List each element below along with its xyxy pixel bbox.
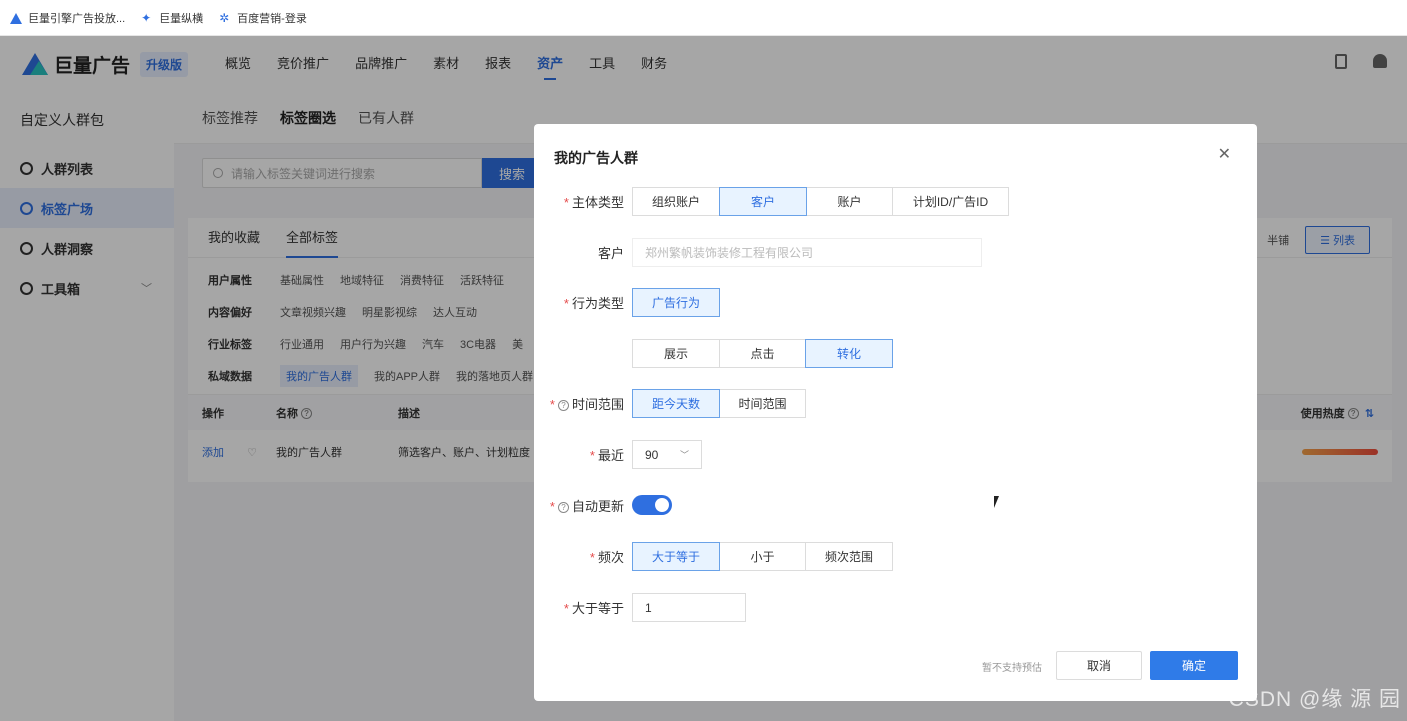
frequency-segment: 大于等于 小于 频次范围 [632,542,893,571]
recent-row: * 最近 90 ﹀ [534,440,702,469]
behavior-type-row: * 行为类型 广告行为 [534,288,720,317]
action-option-impression[interactable]: 展示 [632,339,720,368]
subject-option-customer[interactable]: 客户 [719,187,807,216]
estimate-note: 暂不支持预估 [982,663,1042,674]
frequency-label: * 频次 [534,547,632,566]
cancel-button[interactable]: 取消 [1056,651,1142,680]
field-label: 主体类型 [571,195,624,210]
paw-logo-icon: ✲ [219,10,230,25]
frequency-option-lt[interactable]: 小于 [719,542,806,571]
subject-type-label: * 主体类型 [534,192,632,211]
field-label: 大于等于 [571,601,624,616]
recent-label: * 最近 [534,445,632,464]
gte-input[interactable]: 1 [632,593,746,622]
subject-type-row: * 主体类型 组织账户 客户 账户 计划ID/广告ID [534,187,1009,216]
auto-update-row: *? 自动更新 [534,495,672,515]
required-mark: * [549,498,555,514]
action-option-conversion[interactable]: 转化 [805,339,893,368]
bookmark-label: 巨量引擎广告投放... [28,12,126,25]
recent-days-select[interactable]: 90 ﹀ [632,440,702,469]
behavior-option-ad[interactable]: 广告行为 [632,288,720,317]
subject-option-account[interactable]: 账户 [806,187,893,216]
action-option-click[interactable]: 点击 [719,339,806,368]
bookmark-label: 巨量纵横 [159,12,204,25]
help-icon[interactable]: ? [557,400,569,412]
gte-row: * 大于等于 1 [534,593,746,622]
bookmark-label: 百度营销-登录 [237,12,307,25]
required-mark: * [563,195,569,210]
watermark: CSDN @缘 源 园 [1228,688,1401,711]
time-option-range[interactable]: 时间范围 [719,389,806,418]
select-value: 90 [645,447,659,462]
customer-label: 客户 [597,246,624,261]
time-range-row: *? 时间范围 距今天数 时间范围 [534,389,806,418]
help-icon[interactable]: ? [557,501,569,513]
frequency-option-range[interactable]: 频次范围 [805,542,893,571]
bookmarks-bar: 巨量引擎广告投放... ✦ 巨量纵横 ✲ 百度营销-登录 [0,0,1407,36]
time-range-label: *? 时间范围 [534,394,632,413]
required-mark: * [563,296,569,311]
subject-type-segment: 组织账户 客户 账户 计划ID/广告ID [632,187,1009,216]
behavior-type-segment: 广告行为 [632,288,720,317]
subject-option-org[interactable]: 组织账户 [632,187,720,216]
mouse-cursor-icon [994,496,1004,508]
required-mark: * [589,448,595,463]
triangle-logo-icon [10,12,22,24]
auto-update-label: *? 自动更新 [534,496,632,515]
frequency-option-gte[interactable]: 大于等于 [632,542,720,571]
close-icon[interactable]: ✕ [1218,144,1231,164]
modal-title: 我的广告人群 [554,150,638,166]
time-range-segment: 距今天数 时间范围 [632,389,806,418]
required-mark: * [549,397,555,412]
subject-option-plan-id[interactable]: 计划ID/广告ID [892,187,1009,216]
auto-update-toggle[interactable] [632,495,672,515]
field-label: 最近 [597,448,624,463]
star-logo-icon: ✦ [141,10,152,25]
bookmark-zongheng[interactable]: ✦ 巨量纵横 [141,10,203,26]
bookmark-baidu[interactable]: ✲ 百度营销-登录 [219,10,307,26]
bookmark-juliang[interactable]: 巨量引擎广告投放... [10,10,125,26]
field-label: 行为类型 [571,296,624,311]
time-option-days[interactable]: 距今天数 [632,389,720,418]
required-mark: * [563,601,569,616]
action-segment: 展示 点击 转化 [632,339,893,368]
confirm-button[interactable]: 确定 [1150,651,1238,680]
customer-field: 郑州繁帆装饰装修工程有限公司 [632,238,982,267]
required-mark: * [589,550,595,565]
audience-modal: 我的广告人群 ✕ * 主体类型 组织账户 客户 账户 计划ID/广告ID 客户 郑… [534,124,1257,701]
field-label: 频次 [597,550,624,565]
gte-label: * 大于等于 [534,598,632,617]
frequency-row: * 频次 大于等于 小于 频次范围 [534,542,893,571]
customer-row: 客户 郑州繁帆装饰装修工程有限公司 [534,238,982,267]
field-label: 自动更新 [571,498,624,514]
toggle-knob [655,498,669,512]
behavior-type-label: * 行为类型 [534,293,632,312]
action-row: 展示 点击 转化 [534,339,893,368]
field-label: 时间范围 [571,397,624,412]
chevron-down-icon: ﹀ [679,450,689,460]
